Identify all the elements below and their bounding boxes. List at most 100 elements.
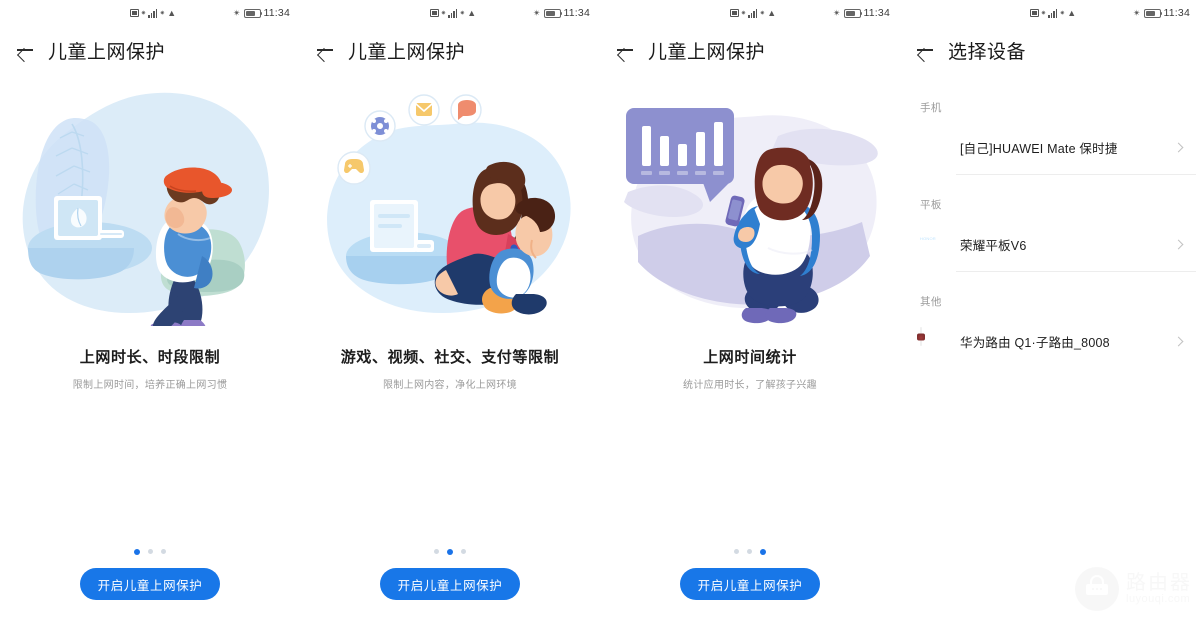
battery-icon <box>243 8 262 18</box>
page-dot-1[interactable] <box>434 549 439 554</box>
page-indicator <box>600 549 900 555</box>
sim-card-icon <box>429 9 439 17</box>
signal-bars-icon <box>1048 8 1058 18</box>
section-label-phone: 手机 <box>920 102 942 114</box>
battery-icon <box>843 8 862 18</box>
wifi-badge-icon: ⁕ <box>1059 9 1066 17</box>
panel-intro-3: ⁕ ⁕ ▲ ✴ 11:34 儿童上网保护 上网时间统计 统计应用时长，了解孩子兴… <box>600 0 900 617</box>
enable-child-protection-button[interactable]: 开启儿童上网保护 <box>80 568 220 600</box>
device-row-tablet[interactable]: HONOR 荣耀平板V6 <box>900 216 1200 272</box>
page-dot-1[interactable] <box>134 549 140 555</box>
back-arrow-icon[interactable] <box>14 39 36 61</box>
signal-type-icon: ⁕ <box>740 9 747 17</box>
illustration-mother-and-child <box>300 82 600 332</box>
caption-subtitle: 统计应用时长，了解孩子兴趣 <box>683 380 817 391</box>
signal-bars-icon <box>748 8 758 18</box>
router-icon <box>920 327 946 354</box>
section-label-other: 其他 <box>920 296 942 308</box>
caption-title: 上网时长、时段限制 <box>79 349 221 366</box>
caption-block: 上网时长、时段限制 限制上网时间，培养正确上网习惯 <box>0 346 300 391</box>
back-arrow-icon[interactable] <box>614 39 636 61</box>
device-name: 荣耀平板V6 <box>960 238 1027 253</box>
wifi-badge-icon: ⁕ <box>459 9 466 17</box>
page-title: 儿童上网保护 <box>648 41 766 63</box>
status-bar: ⁕ ⁕ ▲ ✴ 11:34 <box>300 0 600 26</box>
signal-type-icon: ⁕ <box>140 9 147 17</box>
wifi-icon: ▲ <box>167 7 177 18</box>
tablet-icon: HONOR <box>920 231 946 257</box>
device-row-phone[interactable]: [自己]HUAWEI Mate 保时捷 <box>900 119 1200 175</box>
signal-bars-icon <box>448 8 458 18</box>
sim-card-icon <box>1029 9 1039 17</box>
status-bar: ⁕ ⁕ ▲ ✴ 11:34 <box>0 0 300 26</box>
sim-card-icon <box>729 9 739 17</box>
row-divider <box>956 271 1196 272</box>
wifi-badge-icon: ⁕ <box>759 9 766 17</box>
bluetooth-icon: ✴ <box>1132 7 1141 18</box>
status-bar: ⁕ ⁕ ▲ ✴ 11:34 <box>600 0 900 26</box>
page-indicator <box>0 549 300 555</box>
page-dot-3[interactable] <box>760 549 766 555</box>
app-bar: 儿童上网保护 <box>300 26 600 74</box>
page-dot-2[interactable] <box>148 549 153 554</box>
page-title: 选择设备 <box>948 41 1027 63</box>
chevron-right-icon <box>1173 336 1184 346</box>
enable-child-protection-button[interactable]: 开启儿童上网保护 <box>380 568 520 600</box>
app-bar: 儿童上网保护 <box>600 26 900 74</box>
status-bar: ⁕ ⁕ ▲ ✴ 11:34 <box>900 0 1200 26</box>
bluetooth-icon: ✴ <box>532 7 541 18</box>
caption-title: 游戏、视频、社交、支付等限制 <box>340 349 560 366</box>
device-row-router[interactable]: 华为路由 Q1·子路由_8008 <box>900 313 1200 369</box>
router-watermark-icon <box>1075 567 1119 611</box>
caption-block: 上网时间统计 统计应用时长，了解孩子兴趣 <box>600 346 900 391</box>
enable-child-protection-button[interactable]: 开启儿童上网保护 <box>680 568 820 600</box>
caption-subtitle: 限制上网时间，培养正确上网习惯 <box>72 380 228 391</box>
page-title: 儿童上网保护 <box>48 41 166 63</box>
app-bar: 选择设备 <box>900 26 1200 74</box>
page-dot-2[interactable] <box>447 549 453 555</box>
chevron-right-icon <box>1173 142 1184 152</box>
caption-title: 上网时间统计 <box>703 349 797 366</box>
status-clock: 11:34 <box>1163 7 1190 19</box>
wifi-icon: ▲ <box>467 7 477 18</box>
wifi-badge-icon: ⁕ <box>159 9 166 17</box>
page-indicator <box>300 549 600 555</box>
wifi-icon: ▲ <box>1067 7 1077 18</box>
app-bar: 儿童上网保护 <box>0 26 300 74</box>
device-name: [自己]HUAWEI Mate 保时捷 <box>960 141 1118 156</box>
section-label-tablet: 平板 <box>920 199 942 211</box>
page-title: 儿童上网保护 <box>348 41 466 63</box>
battery-icon <box>1143 8 1162 18</box>
signal-type-icon: ⁕ <box>440 9 447 17</box>
illustration-boy-on-sofa <box>0 82 300 332</box>
signal-bars-icon <box>148 8 158 18</box>
phone-icon <box>920 134 946 160</box>
page-dot-3[interactable] <box>461 549 466 554</box>
panel-select-device: ⁕ ⁕ ▲ ✴ 11:34 选择设备 手机 [自己]HUAWEI Mate 保时… <box>900 0 1200 617</box>
page-dot-2[interactable] <box>747 549 752 554</box>
chevron-right-icon <box>1173 239 1184 249</box>
caption-subtitle: 限制上网内容，净化上网环境 <box>383 380 517 391</box>
site-watermark: 路由器 luyouqi.com <box>1075 567 1192 611</box>
signal-type-icon: ⁕ <box>1040 9 1047 17</box>
bluetooth-icon: ✴ <box>232 7 241 18</box>
row-divider <box>956 174 1196 175</box>
status-clock: 11:34 <box>263 7 290 19</box>
illustration-boy-with-phone-chart <box>600 82 900 332</box>
status-clock: 11:34 <box>863 7 890 19</box>
watermark-en: luyouqi.com <box>1126 592 1191 605</box>
caption-block: 游戏、视频、社交、支付等限制 限制上网内容，净化上网环境 <box>300 346 600 391</box>
bluetooth-icon: ✴ <box>832 7 841 18</box>
status-clock: 11:34 <box>563 7 590 19</box>
watermark-cn: 路由器 <box>1126 571 1192 594</box>
panel-intro-2: ⁕ ⁕ ▲ ✴ 11:34 儿童上网保护 游戏、视频、社交、支付等限制 限制上网… <box>300 0 600 617</box>
back-arrow-icon[interactable] <box>314 39 336 61</box>
panel-intro-1: ⁕ ⁕ ▲ ✴ 11:34 儿童上网保护 上网时长、时段限制 限制上网时间，培养… <box>0 0 300 617</box>
device-name: 华为路由 Q1·子路由_8008 <box>960 335 1110 350</box>
page-dot-3[interactable] <box>161 549 166 554</box>
back-arrow-icon[interactable] <box>914 39 936 61</box>
page-dot-1[interactable] <box>734 549 739 554</box>
battery-icon <box>543 8 562 18</box>
sim-card-icon <box>129 9 139 17</box>
screenshot-strip: ⁕ ⁕ ▲ ✴ 11:34 儿童上网保护 上网时长、时段限制 限制上网时间，培养… <box>0 0 1200 617</box>
